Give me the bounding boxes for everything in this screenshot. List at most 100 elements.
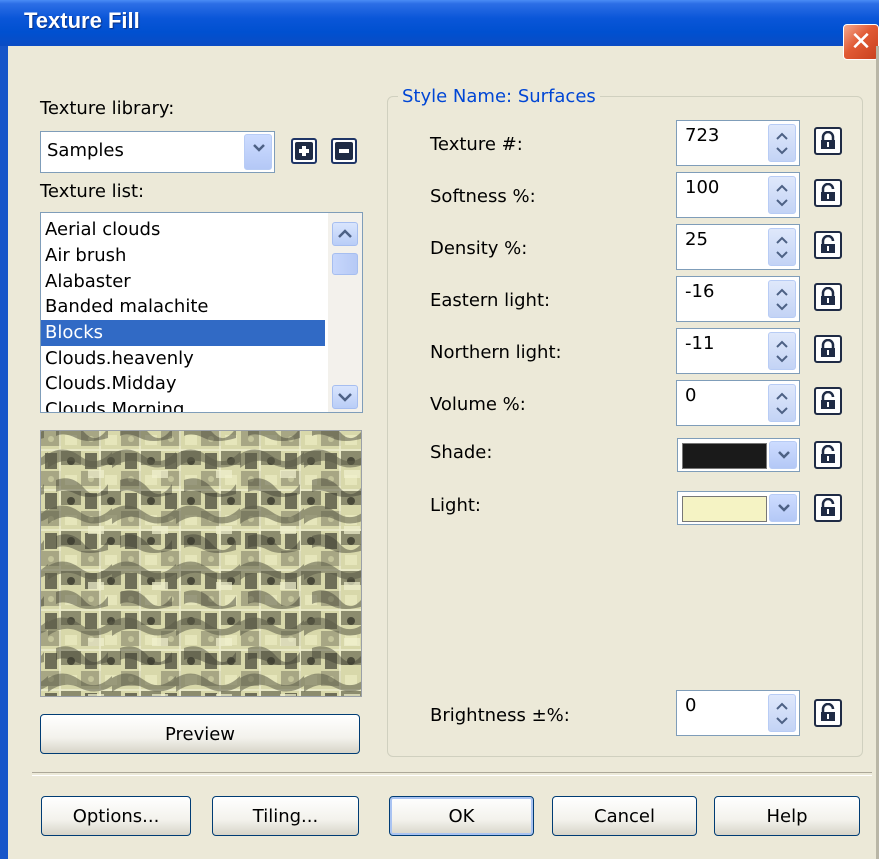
chevron-down-icon: [778, 504, 790, 512]
brightness-value: 0: [685, 695, 697, 716]
shade-label: Shade:: [430, 442, 493, 463]
brightness-label: Brightness ±%:: [430, 705, 570, 726]
light-label: Light:: [430, 495, 481, 516]
spin-arrows-icon: [776, 702, 788, 725]
chevron-down-icon: [778, 451, 790, 459]
list-item[interactable]: Clouds.Morning: [41, 397, 325, 412]
separator: [32, 772, 872, 776]
northern-light-spinner[interactable]: [768, 332, 796, 370]
plus-icon: [295, 142, 313, 160]
list-item[interactable]: Alabaster: [41, 269, 325, 295]
softness-field[interactable]: 100: [676, 172, 800, 218]
lock-open-icon: [821, 183, 835, 201]
softness-spinner[interactable]: [768, 176, 796, 214]
list-item[interactable]: Air brush: [41, 243, 325, 269]
light-color-swatch: [682, 496, 767, 522]
texture-preview: [40, 430, 362, 697]
texture-library-label: Texture library:: [40, 98, 175, 119]
density-spinner[interactable]: [768, 228, 796, 266]
spin-arrows-icon: [776, 288, 788, 311]
lock-open-icon: [821, 445, 835, 463]
remove-library-button[interactable]: [331, 138, 357, 164]
options-button[interactable]: Options...: [41, 796, 191, 836]
texture-list[interactable]: Aerial clouds Air brush Alabaster Banded…: [40, 212, 363, 413]
light-dropdown-button[interactable]: [769, 494, 797, 522]
preview-button[interactable]: Preview: [40, 714, 360, 754]
lock-open-icon: [821, 391, 835, 409]
minus-icon: [335, 142, 353, 160]
texture-preview-image: [41, 431, 361, 696]
brightness-spinner[interactable]: [768, 694, 796, 732]
texture-number-label: Texture #:: [430, 134, 523, 155]
spin-arrows-icon: [776, 340, 788, 363]
shade-lock-button[interactable]: [814, 441, 842, 469]
texture-library-value: Samples: [47, 140, 124, 161]
density-label: Density %:: [430, 238, 528, 259]
tiling-button[interactable]: Tiling...: [212, 796, 359, 836]
spin-arrows-icon: [776, 184, 788, 207]
add-library-button[interactable]: [291, 138, 317, 164]
volume-lock-button[interactable]: [814, 387, 842, 415]
light-lock-button[interactable]: [814, 494, 842, 522]
list-item[interactable]: Clouds.heavenly: [41, 346, 325, 372]
close-icon: ✕: [850, 27, 872, 57]
close-button[interactable]: ✕: [843, 24, 879, 60]
brightness-lock-button[interactable]: [814, 699, 842, 727]
lock-closed-icon: [821, 287, 835, 305]
texture-library-select[interactable]: Samples: [40, 131, 275, 173]
spin-arrows-icon: [776, 236, 788, 259]
light-color-select[interactable]: [677, 491, 800, 525]
eastern-light-spinner[interactable]: [768, 280, 796, 318]
volume-value: 0: [685, 385, 697, 406]
spin-arrows-icon: [776, 392, 788, 415]
shade-color-swatch: [682, 443, 767, 469]
eastern-light-lock-button[interactable]: [814, 283, 842, 311]
chevron-up-icon: [338, 229, 352, 238]
texture-list-scrollbar[interactable]: [328, 213, 362, 412]
title-bar[interactable]: Texture Fill: [0, 0, 879, 46]
texture-list-label: Texture list:: [40, 181, 145, 202]
scroll-down-button[interactable]: [332, 385, 358, 409]
chevron-down-icon: [253, 144, 265, 152]
cancel-button[interactable]: Cancel: [552, 796, 697, 836]
softness-label: Softness %:: [430, 186, 536, 207]
list-item[interactable]: Banded malachite: [41, 294, 325, 320]
spin-arrows-icon: [776, 132, 788, 155]
lock-open-icon: [821, 235, 835, 253]
density-value: 25: [685, 229, 708, 250]
list-item[interactable]: Clouds.Midday: [41, 371, 325, 397]
lock-closed-icon: [821, 339, 835, 357]
volume-field[interactable]: 0: [676, 380, 800, 426]
lock-open-icon: [821, 703, 835, 721]
texture-number-lock-button[interactable]: [814, 127, 842, 155]
list-item[interactable]: Aerial clouds: [41, 217, 325, 243]
dialog-title: Texture Fill: [24, 8, 140, 33]
ok-button[interactable]: OK: [389, 796, 534, 836]
eastern-light-value: -16: [685, 281, 715, 302]
northern-light-lock-button[interactable]: [814, 335, 842, 363]
texture-library-dropdown-button[interactable]: [244, 134, 272, 170]
shade-color-select[interactable]: [677, 438, 800, 472]
softness-lock-button[interactable]: [814, 179, 842, 207]
texture-number-value: 723: [685, 125, 720, 146]
volume-spinner[interactable]: [768, 384, 796, 422]
scroll-thumb[interactable]: [332, 253, 358, 275]
northern-light-field[interactable]: -11: [676, 328, 800, 374]
chevron-down-icon: [338, 393, 352, 402]
style-group-title: Style Name: Surfaces: [398, 86, 600, 107]
eastern-light-field[interactable]: -16: [676, 276, 800, 322]
density-field[interactable]: 25: [676, 224, 800, 270]
texture-fill-dialog: Texture Fill ✕ Texture library: Samples …: [0, 0, 879, 859]
help-button[interactable]: Help: [714, 796, 860, 836]
lock-closed-icon: [821, 131, 835, 149]
brightness-field[interactable]: 0: [676, 690, 800, 736]
density-lock-button[interactable]: [814, 231, 842, 259]
list-item-selected[interactable]: Blocks: [41, 320, 325, 346]
shade-dropdown-button[interactable]: [769, 441, 797, 469]
texture-number-field[interactable]: 723: [676, 120, 800, 166]
lock-open-icon: [821, 498, 835, 516]
northern-light-label: Northern light:: [430, 342, 562, 363]
texture-number-spinner[interactable]: [768, 124, 796, 162]
scroll-up-button[interactable]: [332, 222, 358, 246]
window-border-left: [0, 46, 8, 859]
